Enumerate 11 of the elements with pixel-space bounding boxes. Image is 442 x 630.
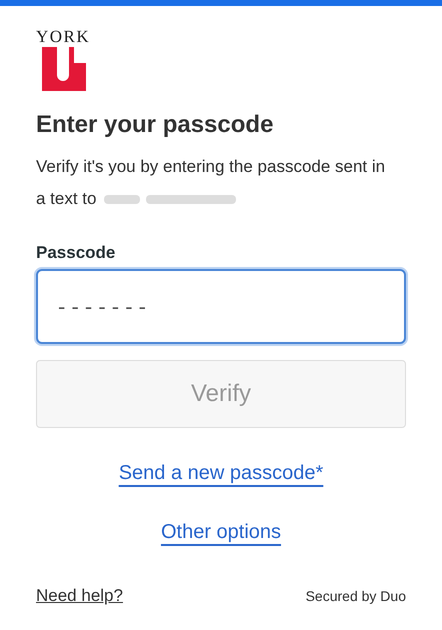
instruction-text: a text to: [36, 188, 96, 210]
link[interactable]: Other options: [160, 521, 282, 544]
field-label: Passcode: [36, 243, 116, 263]
instruction-text: Verify it's you by entering the passcode sent in: [36, 156, 386, 178]
secured-by-text: Secured by Duo: [306, 588, 406, 604]
logo-text: YORK: [36, 28, 90, 46]
page-title: Enter your passcode: [36, 111, 274, 139]
help-link[interactable]: Need help?: [36, 586, 123, 606]
logo-icon: [42, 47, 86, 91]
passcode-field[interactable]: - - - - - - -: [36, 269, 406, 344]
link[interactable]: Send a new passcode*: [118, 462, 324, 485]
